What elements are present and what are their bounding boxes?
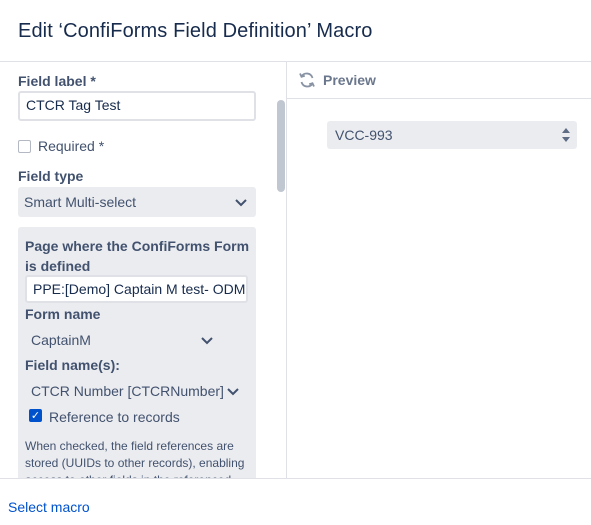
chevron-down-icon: [201, 337, 213, 345]
refresh-icon[interactable]: [298, 71, 316, 89]
dialog-header: Edit ‘ConfiForms Field Definition’ Macro: [0, 0, 591, 62]
reference-to-records-checkbox[interactable]: ✓: [29, 409, 42, 422]
reference-to-records-label: Reference to records: [49, 409, 180, 425]
page-where-form-defined-input[interactable]: PPE:[Demo] Captain M test- ODM: [25, 275, 248, 303]
preview-header: Preview: [287, 62, 591, 99]
field-type-value: Smart Multi-select: [24, 194, 137, 210]
field-type-select[interactable]: Smart Multi-select: [18, 187, 256, 217]
dialog-footer: Select macro: [0, 478, 591, 525]
field-names-label: Field name(s):: [25, 357, 120, 373]
required-checkbox[interactable]: [18, 140, 31, 153]
required-label: Required *: [38, 138, 105, 154]
preview-field-value: VCC-993: [335, 127, 393, 143]
chevron-down-icon: [227, 388, 239, 396]
page-where-form-defined-label: Page where the ConfiForms Form is define…: [25, 238, 250, 274]
checkmark-icon: ✓: [30, 410, 41, 422]
field-names-select[interactable]: CTCR Number [CTCRNumber]: [25, 376, 248, 406]
form-name-value: CaptainM: [31, 332, 91, 348]
scrollbar-thumb[interactable]: [277, 100, 285, 192]
select-macro-link[interactable]: Select macro: [8, 499, 90, 515]
form-name-label: Form name: [25, 306, 101, 322]
field-names-value: CTCR Number [CTCRNumber]: [31, 383, 224, 399]
macro-parameters-panel: Field label * CTCR Tag Test Required * F…: [0, 62, 287, 478]
field-label-label: Field label *: [18, 73, 96, 89]
preview-field-input[interactable]: VCC-993: [327, 121, 577, 149]
spinner-arrows-icon[interactable]: [561, 125, 571, 145]
preview-title: Preview: [323, 72, 376, 88]
field-label-input[interactable]: CTCR Tag Test: [18, 91, 256, 121]
reference-help-text: When checked, the field references are s…: [25, 439, 245, 478]
dialog-title: Edit ‘ConfiForms Field Definition’ Macro: [18, 20, 373, 42]
form-name-select[interactable]: CaptainM: [25, 325, 222, 355]
field-type-label: Field type: [18, 168, 84, 184]
chevron-down-icon: [235, 199, 247, 207]
